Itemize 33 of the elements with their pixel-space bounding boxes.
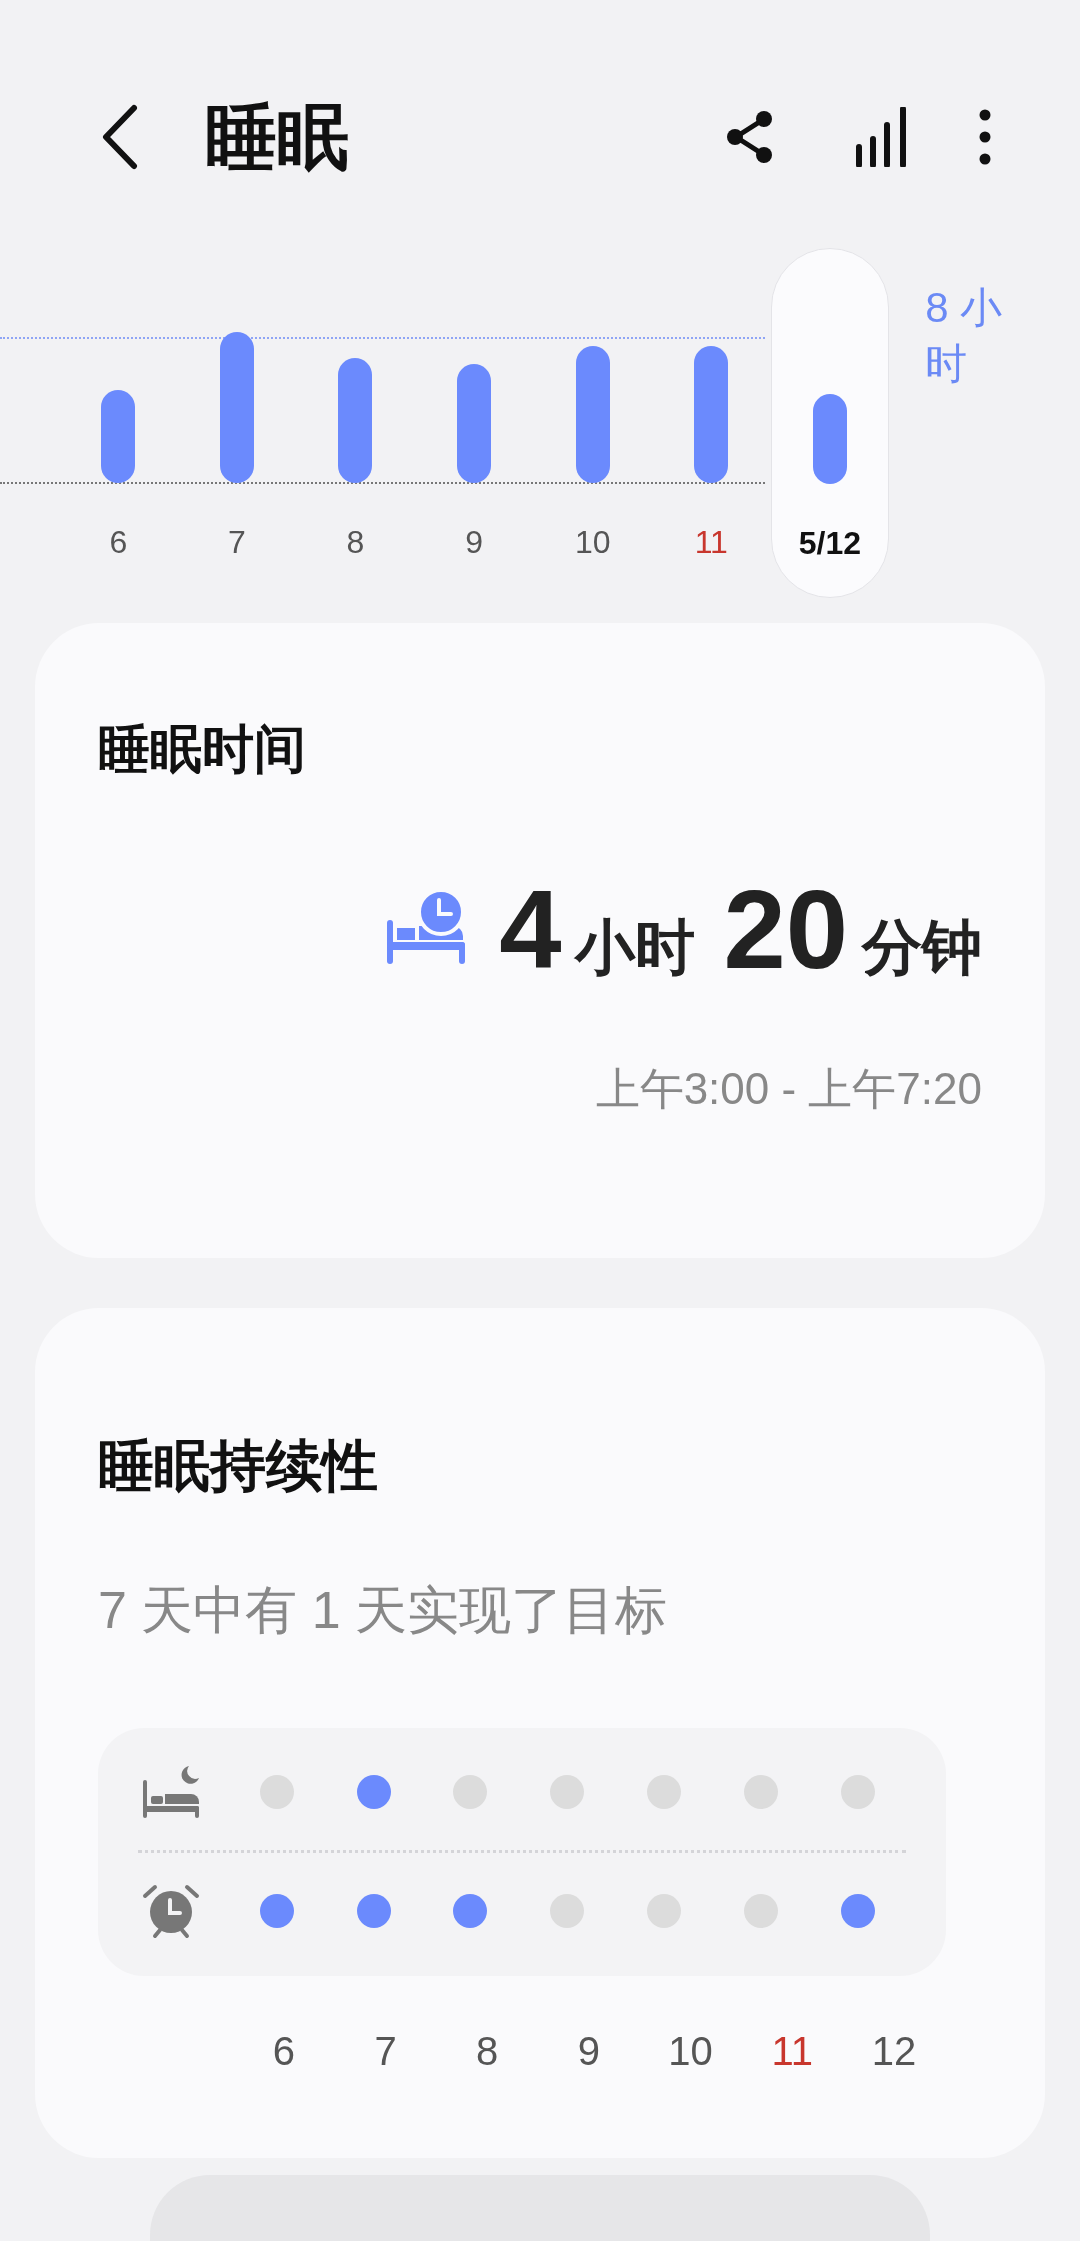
sleep-duration: 4 小时 20 分钟 xyxy=(499,874,982,987)
card-title: 睡眠时间 xyxy=(98,723,307,776)
day-label: 10 xyxy=(668,2030,713,2071)
page-title: 睡眠 xyxy=(205,101,349,173)
day-label: 8 xyxy=(346,526,365,559)
day-label: 10 xyxy=(574,526,611,559)
alarm-clock-icon xyxy=(141,1882,202,1941)
day-label: 7 xyxy=(228,526,246,559)
day-label: 6 xyxy=(272,2030,295,2071)
day-label: 5/12 xyxy=(798,527,861,560)
goal-label: 8 小时 xyxy=(925,283,1004,390)
day-label: 11 xyxy=(771,2030,814,2071)
day-label: 12 xyxy=(871,2030,917,2071)
sleep-bar[interactable] xyxy=(101,390,136,484)
sleep-bar[interactable] xyxy=(338,358,373,484)
sleep-bar[interactable] xyxy=(575,346,610,484)
day-label: 9 xyxy=(465,526,483,559)
sleep-bar[interactable] xyxy=(812,394,847,485)
day-label: 9 xyxy=(577,2030,601,2071)
goal-summary: 7 天中有 1 天实现了目标 xyxy=(98,1583,669,1636)
bed-moon-icon xyxy=(141,1764,202,1821)
selected-day-highlight[interactable]: 5/12 xyxy=(770,248,890,599)
sleep-bar[interactable] xyxy=(219,332,254,484)
day-label: 11 xyxy=(694,526,728,559)
day-label: 6 xyxy=(109,526,128,559)
sleep-consistency-card[interactable]: 睡眠持续性 7 天中有 1 天实现了目标 6 7 8 9 10 11 12 xyxy=(35,1307,1045,2158)
sleep-time-range: 上午3:00 - 上午7:20 xyxy=(595,1067,982,1112)
sleep-bar[interactable] xyxy=(457,364,492,484)
day-label: 7 xyxy=(374,2030,397,2071)
card-title: 睡眠持续性 xyxy=(98,1437,379,1494)
sleep-time-card[interactable]: 睡眠时间 4 小时 20 分钟 上午3:00 - 上午7:20 xyxy=(35,623,1045,1259)
sleep-bar[interactable] xyxy=(694,346,729,484)
day-label: 8 xyxy=(476,2030,499,2071)
